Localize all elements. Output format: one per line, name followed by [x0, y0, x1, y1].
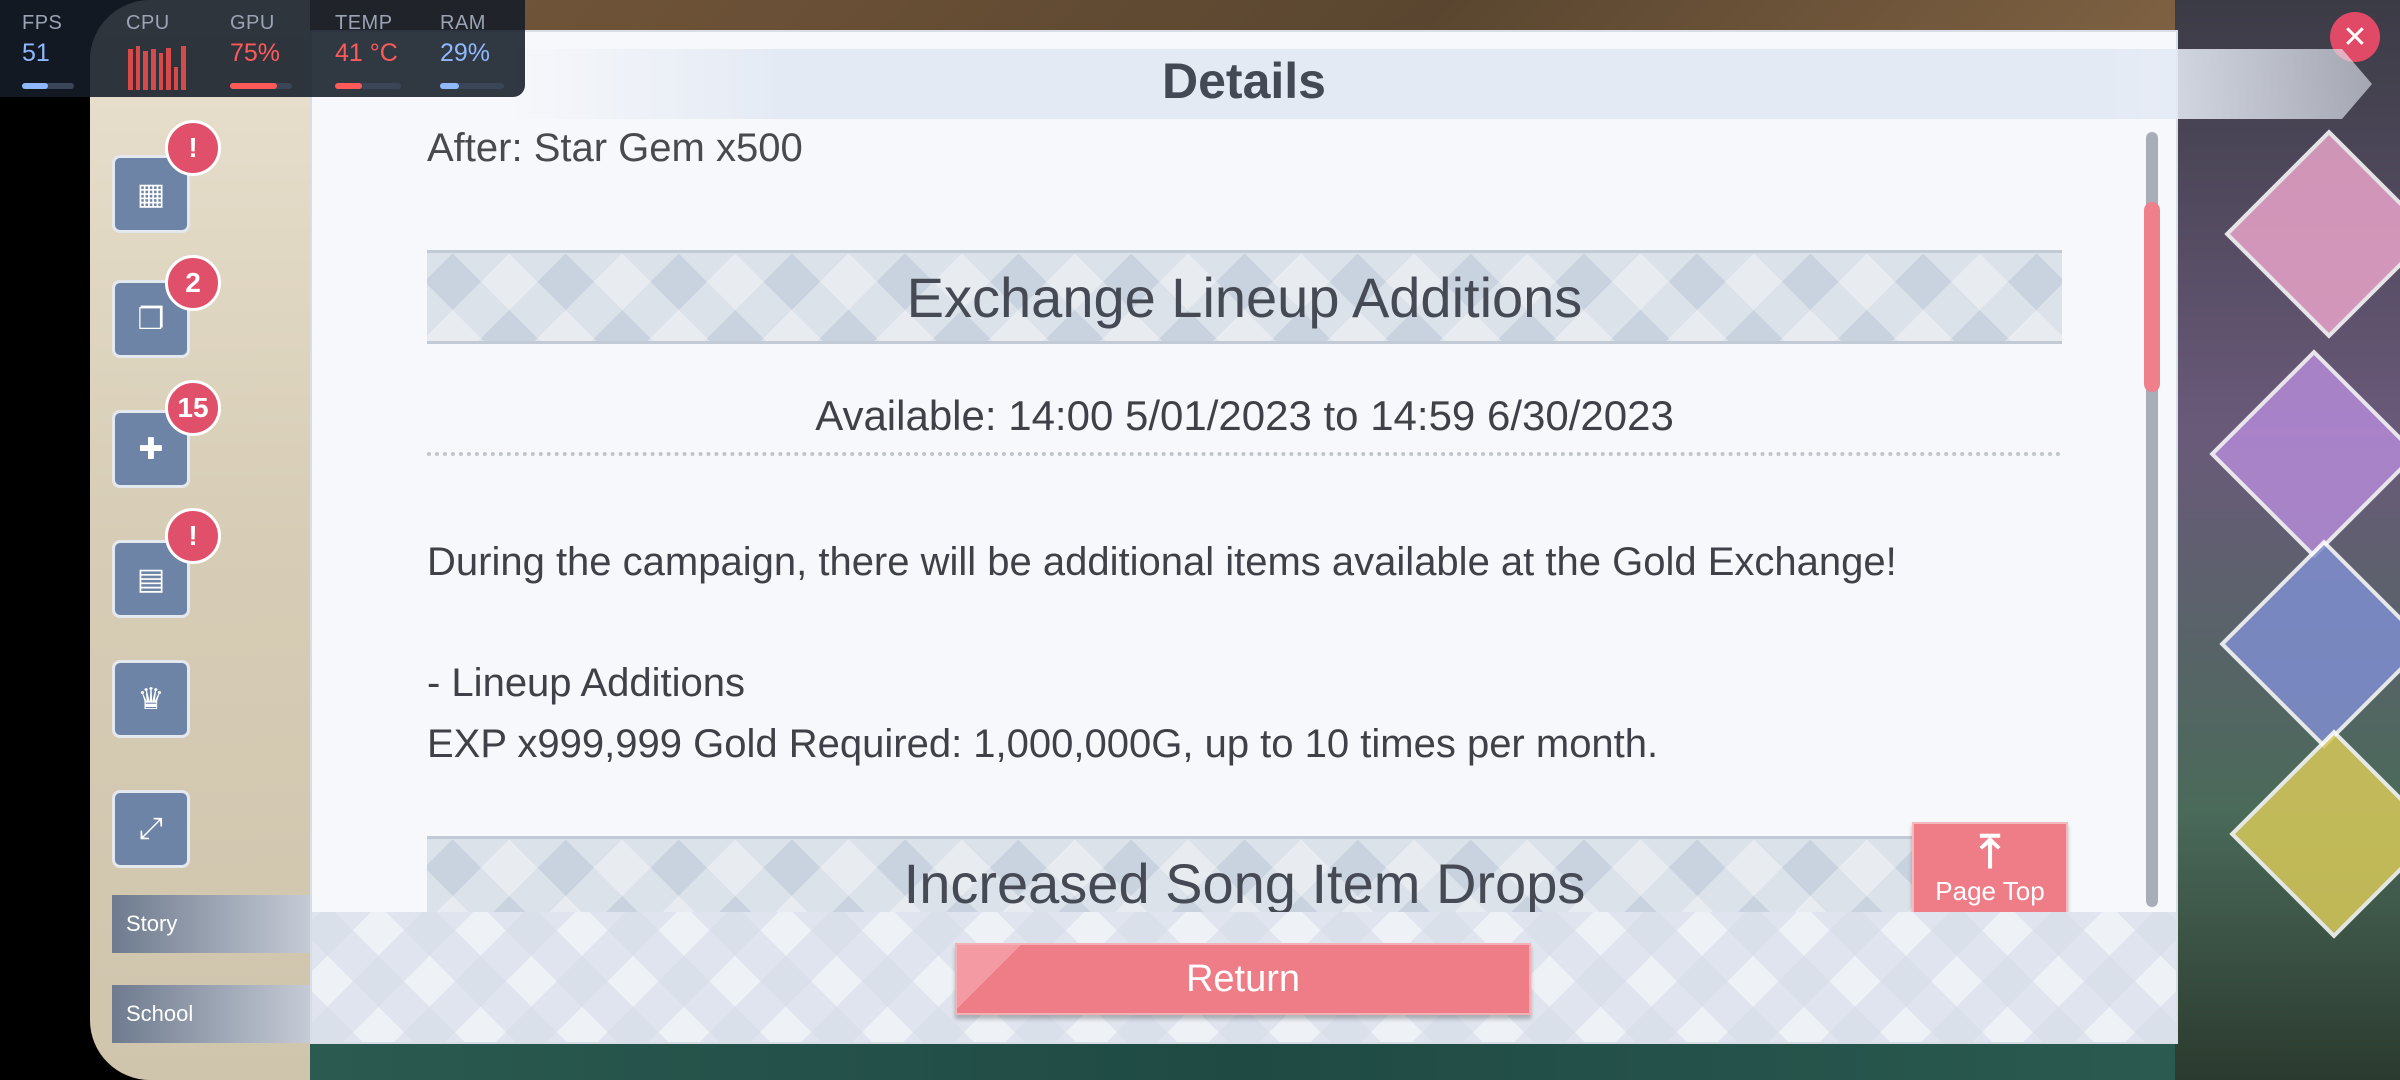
- partial-text-line: After: Star Gem x500: [427, 126, 803, 170]
- scrollbar-thumb[interactable]: [2144, 202, 2160, 393]
- fullscreen-button[interactable]: ⤢: [112, 790, 190, 868]
- ram-bar: [440, 83, 504, 89]
- ram-readout: RAM 29%: [440, 12, 490, 68]
- dialog-title: Details: [1162, 53, 1326, 109]
- ram-value: 29%: [440, 39, 491, 67]
- details-dialog: Details After: Star Gem x500 Exchange Li…: [312, 32, 2372, 1042]
- fps-label: FPS: [22, 12, 63, 34]
- return-button-label: Return: [1185, 957, 1301, 1000]
- cpu-core-bar: [158, 53, 164, 90]
- return-button[interactable]: Return: [955, 943, 1531, 1015]
- section-header-exchange: Exchange Lineup Additions: [427, 250, 2062, 344]
- cpu-core-bar: [166, 47, 171, 90]
- lineup-heading: - Lineup Additions: [427, 661, 746, 705]
- grid-icon: ▦: [136, 177, 166, 211]
- expand-icon: ⤢: [139, 812, 163, 845]
- section-title: Increased Song Item Drops: [903, 851, 1586, 915]
- book-icon: ❐: [137, 302, 165, 336]
- gpu-value: 75%: [230, 39, 281, 67]
- gpu-label: GPU: [230, 12, 275, 34]
- cpu-core-bar: [143, 50, 148, 90]
- gpu-readout: GPU 75%: [230, 12, 280, 68]
- page-top-label: Page Top: [1935, 876, 2045, 906]
- cpu-label: CPU: [126, 12, 170, 34]
- side-tab-school[interactable]: School: [112, 985, 312, 1043]
- side-tab-story[interactable]: Story: [112, 895, 312, 953]
- notification-badge: 15: [165, 380, 221, 436]
- temp-bar: [335, 83, 401, 89]
- temp-label: TEMP: [335, 12, 393, 34]
- cpu-core-bar: [135, 46, 141, 90]
- right-menu-panel: [2175, 0, 2400, 1080]
- fps-readout: FPS 51: [22, 12, 62, 68]
- notification-badge: !: [165, 120, 221, 176]
- arrow-up-to-top-icon: ⤒: [1979, 825, 2001, 877]
- side-tab-label: Story: [126, 911, 178, 936]
- cpu-readout: CPU: [126, 12, 170, 35]
- gift-icon: ✚: [138, 432, 164, 466]
- notification-badge: 2: [165, 255, 221, 311]
- notification-badge: !: [165, 508, 221, 564]
- dotted-divider: [427, 452, 2062, 456]
- page-top-button[interactable]: ⤒ Page Top: [1912, 822, 2068, 916]
- side-tab-label: School: [126, 1001, 194, 1026]
- trophy-icon: ♛: [137, 682, 165, 716]
- temp-value: 41 °C: [335, 39, 398, 67]
- gpu-bar: [230, 83, 292, 89]
- fps-bar: [22, 83, 74, 89]
- lineup-detail: EXP x999,999 Gold Required: 1,000,000G, …: [427, 722, 1659, 766]
- performance-overlay: FPS 51 CPU GPU 75% TEMP 41 °C RAM 29%: [0, 0, 525, 97]
- section-title: Exchange Lineup Additions: [906, 265, 1583, 329]
- side-menu-button-5[interactable]: ♛: [112, 660, 190, 738]
- description-text: During the campaign, there will be addit…: [427, 540, 1897, 584]
- cpu-core-bar: [128, 48, 133, 90]
- temp-readout: TEMP 41 °C: [335, 12, 398, 68]
- details-scroll-content[interactable]: After: Star Gem x500 Exchange Lineup Add…: [427, 112, 2062, 932]
- card-icon: ▤: [136, 562, 166, 596]
- availability-text: Available: 14:00 5/01/2023 to 14:59 6/30…: [815, 392, 1674, 439]
- ram-label: RAM: [440, 12, 486, 34]
- cpu-core-bar: [181, 46, 186, 90]
- fps-value: 51: [22, 39, 50, 67]
- cpu-graph: [128, 44, 186, 90]
- cpu-core-bar: [150, 48, 156, 90]
- cpu-core-bar: [173, 67, 179, 90]
